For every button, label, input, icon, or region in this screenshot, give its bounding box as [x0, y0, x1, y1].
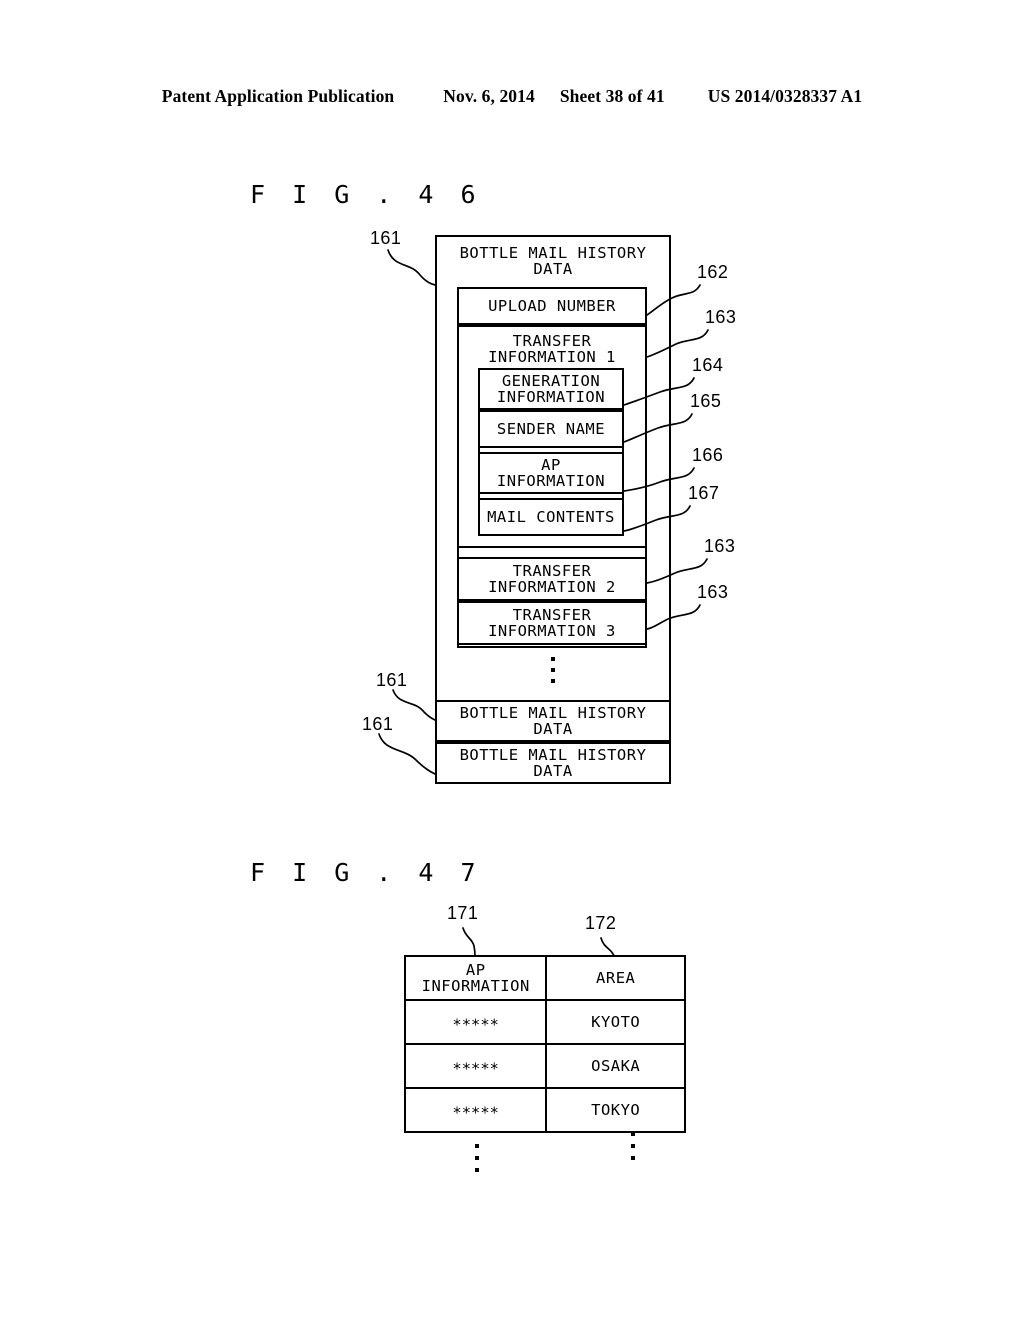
leader-161-bottom	[378, 733, 436, 775]
ref-164: 164	[692, 355, 724, 375]
transfer-information-1-label: TRANSFER INFORMATION 1	[488, 331, 616, 366]
header-publication-label: Patent Application Publication	[161, 86, 395, 106]
ap-information-label: AP INFORMATION	[496, 455, 606, 490]
ref-172: 172	[585, 913, 617, 933]
cell-area: TOKYO	[545, 1087, 686, 1133]
header-sheet-number: Sheet 38 of 41	[559, 86, 665, 106]
ref-163-b: 163	[704, 536, 736, 556]
ref-167: 167	[688, 483, 720, 503]
ref-161-mid: 161	[376, 670, 408, 690]
cell-ap-information: ∗∗∗∗∗	[403, 999, 548, 1045]
ap-information-area-table: AP INFORMATION AREA ∗∗∗∗∗ KYOTO ∗∗∗∗∗ OS…	[403, 955, 686, 1133]
vertical-ellipsis-fig47-right	[630, 1132, 635, 1160]
vertical-ellipsis-fig46	[550, 657, 555, 683]
transfer-information-2-label: TRANSFER INFORMATION 2	[488, 561, 616, 596]
leader-172	[600, 937, 615, 957]
cell-area: OSAKA	[545, 1043, 686, 1089]
mail-contents-label: MAIL CONTENTS	[487, 507, 615, 526]
header-date: Nov. 6, 2014	[443, 86, 535, 106]
table-header-row: AP INFORMATION AREA	[403, 955, 686, 1001]
upload-number-label: UPLOAD NUMBER	[488, 296, 616, 315]
header-patent-number: US 2014/0328337 A1	[707, 86, 863, 106]
ref-163-a: 163	[705, 307, 737, 327]
table-row: ∗∗∗∗∗ KYOTO	[403, 999, 686, 1045]
bottle-mail-history-data-title: BOTTLE MAIL HISTORY DATA	[459, 243, 647, 278]
figure-46-title: F I G . 4 6	[250, 180, 482, 209]
table-row: ∗∗∗∗∗ OSAKA	[403, 1043, 686, 1089]
ref-163-c: 163	[697, 582, 729, 602]
ref-171: 171	[447, 903, 479, 923]
table-header-area: AREA	[545, 955, 686, 1001]
leader-161-mid	[392, 689, 436, 721]
ref-166: 166	[692, 445, 724, 465]
table-header-ap-information: AP INFORMATION	[403, 955, 548, 1001]
transfer-information-3-label: TRANSFER INFORMATION 3	[488, 605, 616, 640]
vertical-ellipsis-fig47-left	[474, 1144, 479, 1172]
sender-name-label: SENDER NAME	[496, 419, 606, 438]
leader-161-top	[387, 249, 436, 286]
bottle-mail-history-data-row-2-label: BOTTLE MAIL HISTORY DATA	[459, 703, 647, 738]
leader-171	[462, 927, 476, 957]
ref-165: 165	[690, 391, 722, 411]
ref-161-bottom: 161	[362, 714, 394, 734]
figure-47-title: F I G . 4 7	[250, 858, 482, 887]
bottle-mail-history-data-row-3-label: BOTTLE MAIL HISTORY DATA	[459, 745, 647, 780]
cell-ap-information: ∗∗∗∗∗	[403, 1043, 548, 1089]
ref-161-top: 161	[370, 228, 402, 248]
cell-ap-information: ∗∗∗∗∗	[403, 1087, 548, 1133]
cell-area: KYOTO	[545, 999, 686, 1045]
generation-information-label: GENERATION INFORMATION	[496, 371, 606, 406]
page-header: Patent Application Publication Nov. 6, 2…	[0, 86, 1024, 107]
table-row: ∗∗∗∗∗ TOKYO	[403, 1087, 686, 1133]
ref-162: 162	[697, 262, 729, 282]
